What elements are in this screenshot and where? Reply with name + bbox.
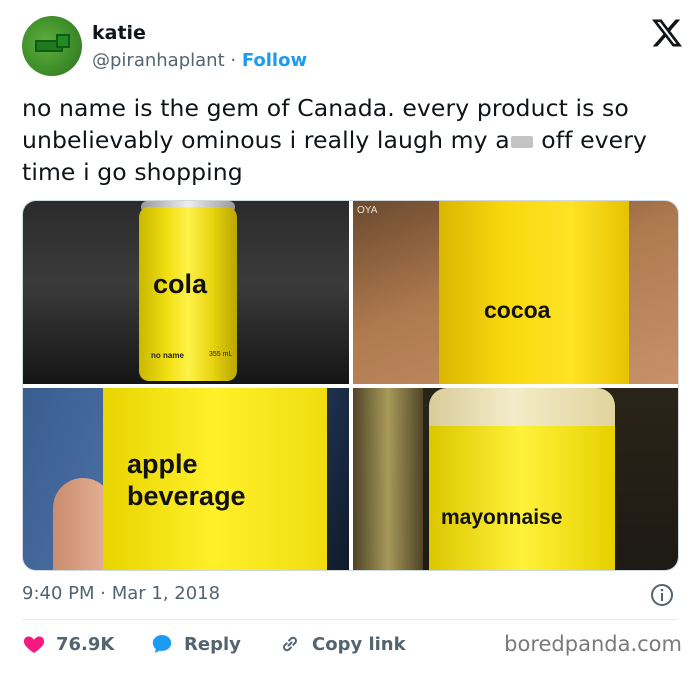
info-icon[interactable] bbox=[650, 583, 674, 607]
apple-label-line2: beverage bbox=[127, 481, 246, 511]
apple-beverage-label: apple beverage bbox=[127, 448, 246, 512]
censor-block bbox=[510, 135, 533, 148]
tweet-text: no name is the gem of Canada. every prod… bbox=[22, 92, 682, 188]
link-icon bbox=[283, 636, 297, 652]
media-grid[interactable]: cola no name 355 mL OYA cocoa apple beve… bbox=[22, 200, 679, 571]
avatar[interactable] bbox=[22, 16, 82, 76]
copy-link-label: Copy link bbox=[312, 633, 406, 655]
separator: · bbox=[224, 50, 242, 71]
cola-label: cola bbox=[153, 269, 208, 299]
volume-label: 355 mL bbox=[209, 351, 233, 358]
heart-icon bbox=[23, 636, 45, 653]
tweet-timestamp[interactable]: 9:40 PM · Mar 1, 2018 bbox=[22, 583, 220, 604]
reply-button[interactable]: Reply bbox=[150, 632, 241, 656]
user-display-name[interactable]: katie bbox=[92, 22, 146, 44]
x-logo-icon[interactable] bbox=[652, 18, 682, 48]
media-image-apple-beverage[interactable]: apple beverage bbox=[23, 388, 349, 570]
handle-row: @piranhaplant · Follow bbox=[92, 50, 307, 71]
media-image-mayonnaise[interactable]: mayonnaise bbox=[353, 388, 678, 570]
like-count: 76.9K bbox=[56, 633, 115, 655]
media-image-cola[interactable]: cola no name 355 mL bbox=[23, 201, 349, 384]
like-button[interactable]: 76.9K bbox=[22, 632, 114, 656]
follow-button[interactable]: Follow bbox=[242, 50, 307, 71]
cocoa-label: cocoa bbox=[484, 297, 551, 323]
reply-bubble-icon bbox=[152, 635, 172, 653]
divider bbox=[22, 619, 678, 620]
corner-text: OYA bbox=[357, 205, 378, 216]
mayonnaise-label: mayonnaise bbox=[441, 506, 563, 529]
reply-label: Reply bbox=[184, 633, 241, 655]
copy-link-button[interactable]: Copy link bbox=[278, 632, 406, 656]
action-bar: 76.9K Reply Copy link boredpanda.com bbox=[22, 632, 682, 660]
brand-label: no name bbox=[151, 351, 184, 360]
user-handle[interactable]: @piranhaplant bbox=[92, 50, 225, 71]
watermark: boredpanda.com bbox=[504, 632, 682, 656]
tweet-header: katie @piranhaplant · Follow bbox=[22, 16, 682, 76]
apple-label-line1: apple bbox=[127, 449, 198, 479]
media-image-cocoa[interactable]: OYA cocoa bbox=[353, 201, 678, 384]
